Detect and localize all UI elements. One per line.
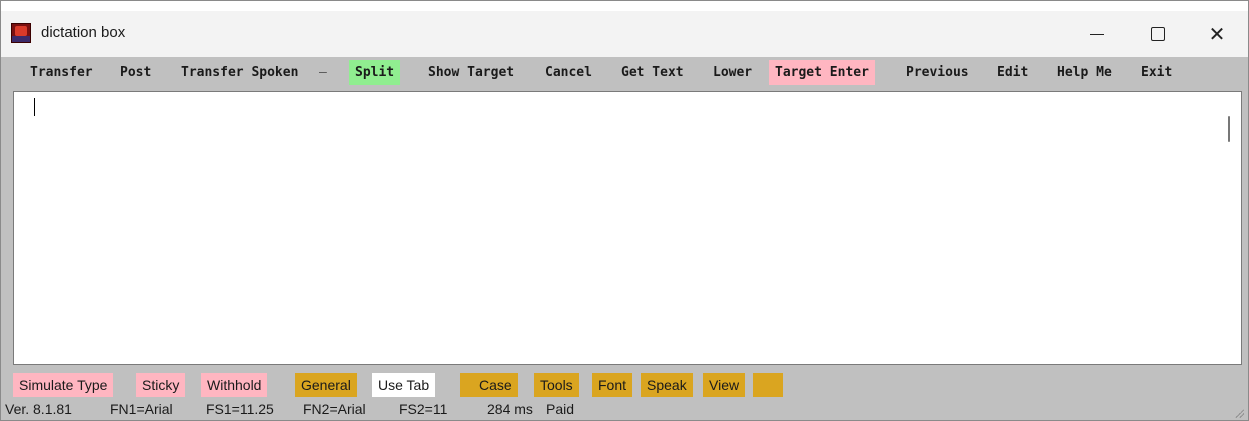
font-size-2: FS2=11 bbox=[399, 401, 448, 417]
show-target-button[interactable]: Show Target bbox=[422, 60, 520, 85]
dictation-window: dictation box ✕ Transfer Post Transfer S… bbox=[0, 0, 1249, 421]
help-me-button[interactable]: Help Me bbox=[1051, 60, 1118, 85]
tab-speak[interactable]: Speak bbox=[641, 373, 693, 397]
app-icon bbox=[11, 23, 31, 43]
lower-button[interactable]: Lower bbox=[707, 60, 758, 85]
license-label: Paid bbox=[546, 401, 575, 417]
previous-button[interactable]: Previous bbox=[900, 60, 975, 85]
transfer-spoken-button[interactable]: Transfer Spoken bbox=[175, 60, 304, 85]
vertical-scrollbar[interactable] bbox=[1219, 92, 1241, 364]
target-enter-button[interactable]: Target Enter bbox=[769, 60, 875, 85]
latency-label: 284 ms bbox=[487, 401, 533, 417]
title-bar[interactable]: dictation box ✕ bbox=[1, 11, 1248, 57]
minimize-button[interactable] bbox=[1077, 19, 1117, 49]
command-toolbar: Transfer Post Transfer Spoken — Split Sh… bbox=[1, 57, 1248, 89]
scrollbar-thumb[interactable] bbox=[1228, 116, 1230, 142]
dictation-text-area[interactable] bbox=[13, 91, 1242, 365]
window-top-strip bbox=[1, 1, 1248, 11]
tab-general[interactable]: General bbox=[295, 373, 357, 397]
transfer-button[interactable]: Transfer bbox=[24, 60, 99, 85]
version-label: Ver. 8.1.81 bbox=[5, 401, 72, 417]
maximize-icon bbox=[1151, 27, 1165, 41]
font-size-1: FS1=11.25 bbox=[206, 401, 274, 417]
close-button[interactable]: ✕ bbox=[1197, 19, 1237, 49]
font-name-2: FN2=Arial bbox=[303, 401, 366, 417]
tab-font[interactable]: Font bbox=[592, 373, 633, 397]
cancel-button[interactable]: Cancel bbox=[539, 60, 598, 85]
status-bar: Ver. 8.1.81 FN1=Arial FS1=11.25 FN2=Aria… bbox=[1, 398, 1248, 420]
resize-grip-icon[interactable] bbox=[1234, 408, 1244, 418]
get-text-button[interactable]: Get Text bbox=[615, 60, 690, 85]
window-title: dictation box bbox=[41, 24, 126, 41]
tab-tools[interactable]: Tools bbox=[534, 373, 579, 397]
tab-view[interactable]: View bbox=[703, 373, 746, 397]
post-button[interactable]: Post bbox=[114, 60, 157, 85]
font-name-1: FN1=Arial bbox=[110, 401, 173, 417]
minimize-icon bbox=[1090, 33, 1104, 35]
text-caret bbox=[34, 98, 35, 116]
maximize-button[interactable] bbox=[1138, 19, 1178, 49]
simulate-type-toggle[interactable]: Simulate Type bbox=[13, 373, 114, 397]
tab-group-spacer bbox=[460, 373, 473, 397]
exit-button[interactable]: Exit bbox=[1135, 60, 1178, 85]
options-bar: Simulate Type Sticky Withhold General Us… bbox=[1, 372, 1248, 398]
edit-button[interactable]: Edit bbox=[991, 60, 1034, 85]
tab-use-tab[interactable]: Use Tab bbox=[372, 373, 436, 397]
toolbar-separator: — bbox=[319, 65, 327, 80]
close-icon: ✕ bbox=[1208, 22, 1226, 46]
sticky-toggle[interactable]: Sticky bbox=[136, 373, 186, 397]
tab-group-end bbox=[753, 373, 783, 397]
split-button[interactable]: Split bbox=[349, 60, 401, 85]
withhold-toggle[interactable]: Withhold bbox=[201, 373, 268, 397]
tab-case[interactable]: Case bbox=[473, 373, 518, 397]
